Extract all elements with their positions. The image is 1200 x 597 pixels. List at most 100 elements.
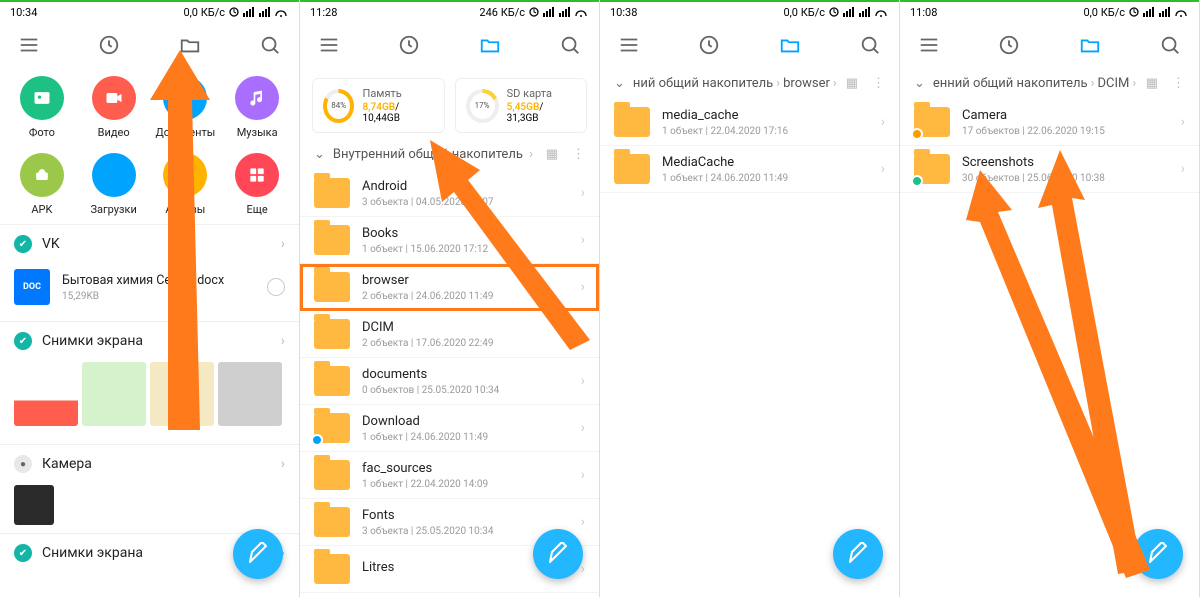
folder-meta: 3 объекта | 25.05.2020 10:34: [362, 526, 493, 537]
more-icon[interactable]: ⋮: [872, 76, 885, 91]
folder-row[interactable]: Camera 17 объектов | 22.06.2020 19:15 ›: [900, 99, 1199, 146]
section-vk[interactable]: ✔ VK ›: [0, 224, 299, 261]
folder-icon: [314, 225, 350, 255]
folder-list: Camera 17 объектов | 22.06.2020 19:15 › …: [900, 99, 1199, 193]
search-icon[interactable]: [1159, 34, 1181, 56]
folder-icon[interactable]: [179, 34, 201, 56]
doc-row[interactable]: DOC Бытовая химия Семья.docx 15,29KB: [0, 261, 299, 313]
toolbar: [300, 22, 599, 68]
recent-icon[interactable]: [698, 34, 720, 56]
screen-browser: 10:38 0,0 КБ/с ⌄ ний общий накопитель›br…: [600, 0, 900, 597]
cat-photo[interactable]: Фото: [6, 76, 78, 139]
section-screenshots[interactable]: ✔ Снимки экрана ›: [0, 321, 299, 358]
thumbnail[interactable]: [14, 485, 54, 525]
status-net: 0,0 КБ/с: [783, 6, 825, 19]
storage-pct: 17%: [475, 101, 490, 110]
cat-downloads[interactable]: Загрузки: [78, 153, 150, 216]
status-time: 10:34: [10, 6, 37, 19]
search-icon[interactable]: [859, 34, 881, 56]
fab-clean[interactable]: [233, 529, 283, 579]
thumbnail[interactable]: [14, 362, 78, 426]
screen-dcim: 11:08 0,0 КБ/с ⌄ енний общий накопитель›…: [900, 0, 1200, 597]
folder-row[interactable]: DCIM 2 объекта | 17.06.2020 22:49 ›: [300, 311, 599, 358]
status-time: 11:28: [310, 6, 337, 19]
status-right: 0,0 КБ/с: [183, 6, 289, 19]
chevron-right-icon: ›: [1181, 114, 1185, 130]
menu-icon[interactable]: [918, 34, 940, 56]
fab-clean[interactable]: [533, 529, 583, 579]
menu-icon[interactable]: [618, 34, 640, 56]
view-grid-icon[interactable]: ▦: [546, 147, 558, 162]
cat-video[interactable]: Видео: [78, 76, 150, 139]
folder-row[interactable]: Download 1 объект | 24.06.2020 11:49 ›: [300, 405, 599, 452]
cat-apk[interactable]: APK: [6, 153, 78, 216]
folder-list: media_cache 1 объект | 22.04.2020 17:16 …: [600, 99, 899, 193]
folder-icon: [314, 366, 350, 396]
storage-internal[interactable]: 84% Память 8,74GB/ 10,44GB: [312, 78, 445, 133]
search-icon[interactable]: [559, 34, 581, 56]
folder-meta: 3 объекта | 04.05.2020 10:07: [362, 197, 493, 208]
storage-ring: 17%: [466, 89, 499, 123]
thumbnail[interactable]: [82, 362, 146, 426]
search-icon[interactable]: [259, 34, 281, 56]
chevron-right-icon: ›: [581, 467, 585, 483]
folder-name: browser: [362, 273, 493, 288]
cat-label: APK: [31, 203, 52, 216]
chevron-down-icon: ⌄: [914, 76, 925, 91]
folder-icon: [314, 272, 350, 302]
thumbnail[interactable]: [150, 362, 214, 426]
breadcrumb[interactable]: ⌄ Внутренний общий накопитель › ▦ ⋮: [300, 139, 599, 170]
folder-icon: [314, 319, 350, 349]
storage-sd[interactable]: 17% SD карта 5,45GB/ 31,3GB: [455, 78, 588, 133]
view-grid-icon[interactable]: ▦: [846, 76, 858, 91]
section-icon: ✔: [14, 544, 32, 562]
recent-icon[interactable]: [98, 34, 120, 56]
folder-icon: [614, 107, 650, 137]
folder-row[interactable]: MediaCache 1 объект | 24.06.2020 11:49 ›: [600, 146, 899, 193]
chevron-right-icon: ›: [281, 456, 285, 472]
select-radio[interactable]: [267, 278, 285, 296]
folder-row[interactable]: fac_sources 1 объект | 22.04.2020 14:09 …: [300, 452, 599, 499]
storage-values: 5,45GB/ 31,3GB: [507, 102, 576, 124]
cat-archives[interactable]: Архивы: [150, 153, 222, 216]
chevron-right-icon: ›: [581, 373, 585, 389]
more-icon[interactable]: ⋮: [572, 147, 585, 162]
status-bar: 10:34 0,0 КБ/с: [0, 0, 299, 22]
folder-name: Camera: [962, 108, 1105, 123]
folder-row[interactable]: Books 1 объект | 15.06.2020 17:12 ›: [300, 217, 599, 264]
menu-icon[interactable]: [318, 34, 340, 56]
cat-label: Еще: [246, 203, 267, 216]
section-label: Снимки экрана: [42, 333, 143, 349]
recent-icon[interactable]: [398, 34, 420, 56]
more-icon[interactable]: ⋮: [1172, 76, 1185, 91]
folder-row[interactable]: Android 3 объекта | 04.05.2020 10:07 ›: [300, 170, 599, 217]
doc-icon: DOC: [14, 269, 50, 305]
folder-row[interactable]: browser 2 объекта | 24.06.2020 11:49 ›: [300, 264, 599, 311]
storage-values: 8,74GB/ 10,44GB: [362, 102, 433, 124]
fab-clean[interactable]: [833, 529, 883, 579]
folder-row[interactable]: media_cache 1 объект | 22.04.2020 17:16 …: [600, 99, 899, 146]
breadcrumb[interactable]: ⌄ ний общий накопитель›browser› ▦ ⋮: [600, 68, 899, 99]
menu-icon[interactable]: [18, 34, 40, 56]
section-label: Снимки экрана: [42, 545, 143, 561]
thumbnail[interactable]: [218, 362, 282, 426]
fab-clean[interactable]: [1133, 529, 1183, 579]
cat-docs[interactable]: Документы: [150, 76, 222, 139]
storage-label: Память: [362, 87, 433, 100]
folder-icon: [314, 507, 350, 537]
folder-name: Download: [362, 414, 488, 429]
crumb-path: Внутренний общий накопитель ›: [333, 147, 536, 162]
breadcrumb[interactable]: ⌄ енний общий накопитель›DCIM› ▦ ⋮: [900, 68, 1199, 99]
section-camera[interactable]: ● Камера ›: [0, 444, 299, 481]
folder-icon[interactable]: [1079, 34, 1101, 56]
folder-icon[interactable]: [479, 34, 501, 56]
toolbar: [0, 22, 299, 68]
folder-row[interactable]: Screenshots 30 объектов | 25.06.2020 10:…: [900, 146, 1199, 193]
cat-more[interactable]: Еще: [221, 153, 293, 216]
folder-row[interactable]: documents 0 объектов | 25.05.2020 10:34 …: [300, 358, 599, 405]
crumb-path: енний общий накопитель›DCIM›: [933, 76, 1138, 91]
cat-music[interactable]: Музыка: [221, 76, 293, 139]
recent-icon[interactable]: [998, 34, 1020, 56]
folder-icon[interactable]: [779, 34, 801, 56]
view-grid-icon[interactable]: ▦: [1146, 76, 1158, 91]
